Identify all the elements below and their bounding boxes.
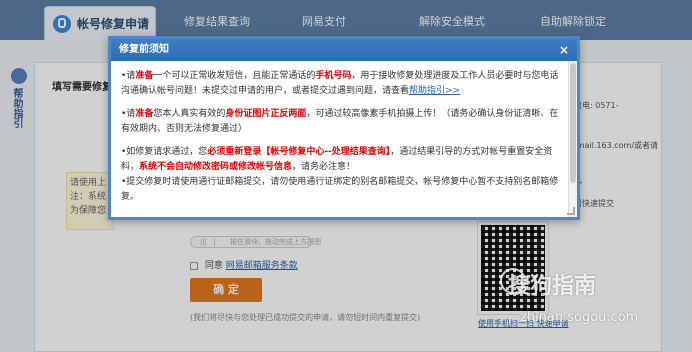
highlight: 身份证图片正反两面 [225, 109, 307, 119]
highlight: 系统不会自动修改密码或修改帐号信息 [139, 162, 293, 172]
highlight: 手机号码 [315, 71, 352, 81]
text: •如修复请求通过，您 [121, 147, 208, 157]
scrollbar-thumb[interactable] [570, 63, 576, 183]
highlight: 准备 [135, 109, 154, 119]
highlight: 准备 [135, 71, 154, 81]
modal-scrollbar[interactable] [568, 61, 577, 217]
modal-header: 修复前须知 × [111, 39, 577, 61]
text: ，请务必注意！ [292, 162, 356, 172]
notice-item-relogin: •如修复请求通过，您必须重新登录【帐号修复中心--处理结果查询】，通过结果引导的… [121, 145, 565, 175]
text: •请 [121, 109, 136, 119]
text: 您本人真实有效的 [153, 109, 226, 119]
modal-title: 修复前须知 [119, 44, 169, 55]
notice-modal: 修复前须知 × •请准备一个可以正常收发短信，且能正常通话的手机号码，用于接收修… [108, 36, 580, 220]
text: 一个可以正常收发短信，且能正常通话的 [153, 71, 316, 81]
notice-item-phone: •请准备一个可以正常收发短信，且能正常通话的手机号码，用于接收修复处理进度及工作… [121, 69, 565, 99]
watermark-url: zhinan.sogou.com [520, 310, 639, 325]
highlight: 必须重新登录【帐号修复中心--处理结果查询】 [207, 147, 391, 157]
notice-item-id-card: •请准备您本人真实有效的身份证图片正反两面，可通过较高像素手机拍摄上传！（请务必… [121, 107, 565, 137]
notice-item-alias: •提交修复时请使用通行证邮箱提交，请勿使用通行证绑定的别名邮箱提交，帐号修复中心… [121, 177, 559, 202]
close-icon[interactable]: × [557, 39, 571, 61]
watermark-text: 搜狗指南 [508, 274, 597, 299]
resize-grip-icon[interactable] [567, 207, 575, 215]
modal-body: •请准备一个可以正常收发短信，且能正常通话的手机号码，用于接收修复处理进度及工作… [111, 61, 571, 217]
text: •请 [121, 71, 136, 81]
help-guide-link[interactable]: 帮助指引>> [409, 86, 460, 96]
